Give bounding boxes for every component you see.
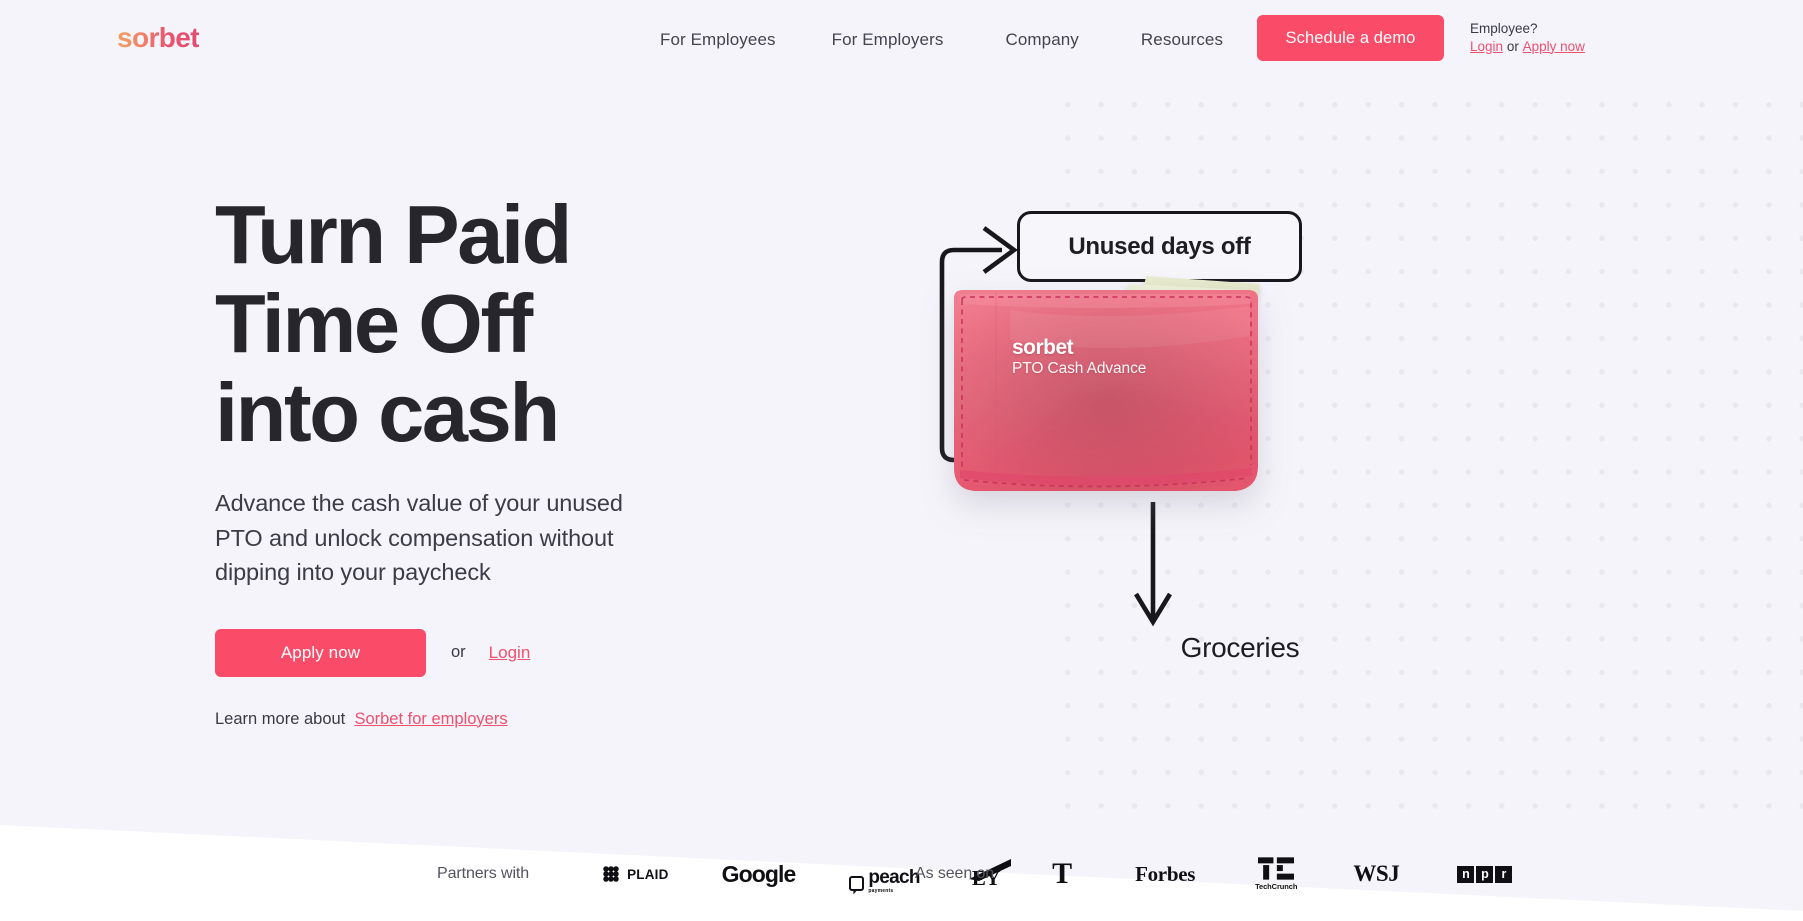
hero-content: Turn Paid Time Off into cash Advance the… [215, 190, 915, 729]
nav-item-company[interactable]: Company [1005, 26, 1078, 54]
employee-links-block: Employee? Login or Apply now [1470, 20, 1585, 55]
learn-more-prefix: Learn more about [215, 709, 346, 728]
groceries-outcome-label: Groceries [1180, 632, 1300, 663]
plaid-mark-icon [603, 866, 619, 882]
headline-line-3: into cash [215, 366, 560, 459]
schedule-demo-button[interactable]: Schedule a demo [1257, 15, 1444, 61]
sorbet-logo[interactable]: sorbet [117, 22, 200, 54]
peach-mark-icon [849, 876, 865, 891]
techcrunch-mark-icon [1258, 857, 1295, 880]
cta-or-label: or [451, 643, 466, 661]
headline-line-2: Time Off [215, 277, 533, 370]
wallet-graphic [954, 276, 1260, 491]
google-logo: Google [721, 860, 797, 887]
nav-item-for-employees[interactable]: For Employees [660, 26, 776, 54]
hero-cta-row: Apply now or Login [215, 628, 915, 677]
partners-with-label: Partners with [437, 865, 530, 882]
as-seen-on-label: As seen on [915, 865, 995, 882]
peach-wordmark: peach [868, 867, 920, 888]
hero-subheading: Advance the cash value of your unused PT… [215, 490, 623, 585]
page-title: Turn Paid Time Off into cash [215, 190, 915, 457]
main-navigation: For Employees For Employers Company Reso… [660, 26, 1223, 54]
header-or-label: or [1506, 38, 1519, 54]
header-apply-now-link[interactable]: Apply now [1523, 39, 1585, 54]
employee-links: Login or Apply now [1470, 38, 1585, 56]
employee-prompt-label: Employee? [1470, 21, 1538, 36]
landing-page: sorbet For Employees For Employers Compa… [0, 0, 1803, 921]
peach-sub-label: payments [868, 888, 894, 894]
techcrunch-wordmark: TechCrunch [1255, 882, 1298, 891]
peach-logo: peach payments [849, 854, 921, 894]
npr-letter-p: p [1476, 865, 1494, 883]
logo-strip: Partners with PLAID Google peach payment… [0, 848, 1803, 900]
plaid-wordmark: PLAID [627, 866, 669, 882]
hero-login-link[interactable]: Login [489, 643, 531, 663]
learn-more-row: Learn more about Sorbet for employers [215, 710, 915, 729]
hero-illustration: Unused days off sorbet PTO Cash Advance … [939, 170, 1540, 730]
nav-item-resources[interactable]: Resources [1141, 26, 1223, 54]
site-header: sorbet For Employees For Employers Compa… [0, 0, 1803, 80]
apply-now-button[interactable]: Apply now [215, 628, 426, 677]
peach-wordmark-wrap: peach payments [868, 867, 920, 894]
as-seen-on-group: As seen on T Forbes TechCrunch WSJ n p r [915, 848, 1513, 900]
npr-letter-n: n [1457, 865, 1475, 883]
sorbet-wallet-illustration: sorbet PTO Cash Advance [950, 270, 1280, 520]
nav-item-for-employers[interactable]: For Employers [832, 26, 944, 54]
header-login-link[interactable]: Login [1470, 39, 1503, 54]
unused-days-off-label: Unused days off [1068, 232, 1251, 260]
forbes-logo: Forbes [1135, 861, 1196, 886]
plaid-logo: PLAID [601, 854, 669, 894]
techcrunch-logo: TechCrunch [1255, 854, 1297, 894]
wsj-logo: WSJ [1353, 861, 1400, 886]
npr-logo: n p r [1457, 854, 1513, 894]
new-york-times-logo: T [1052, 857, 1073, 890]
npr-letter-r: r [1495, 865, 1513, 883]
headline-line-1: Turn Paid [215, 188, 572, 281]
sorbet-for-employers-link[interactable]: Sorbet for employers [354, 710, 507, 728]
